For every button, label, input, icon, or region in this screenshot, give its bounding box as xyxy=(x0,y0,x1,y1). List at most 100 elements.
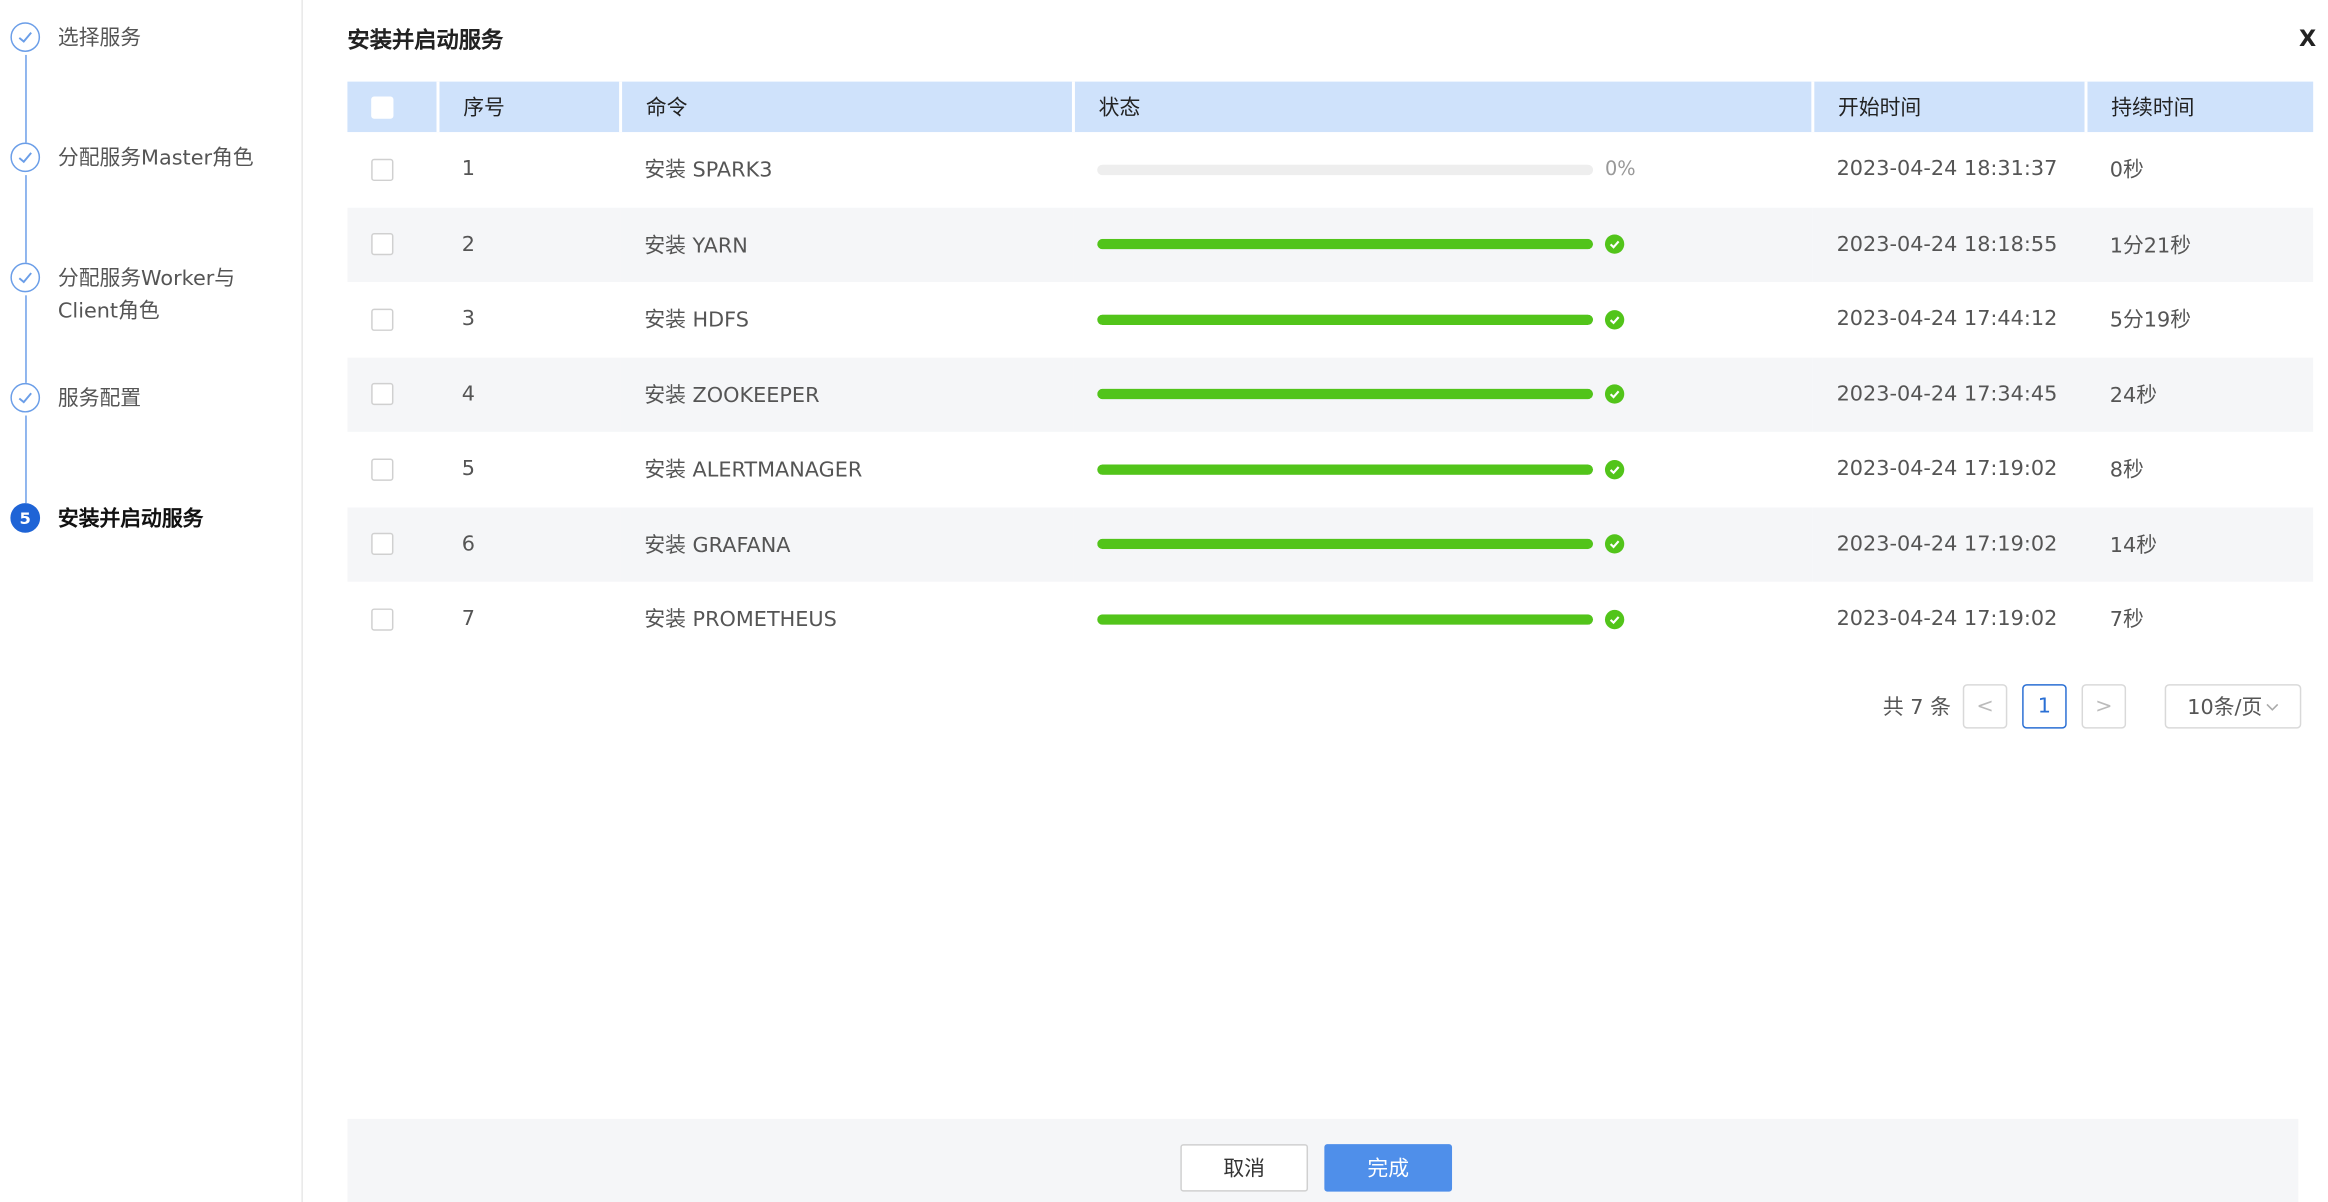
command-link[interactable]: 安装 PROMETHEUS xyxy=(621,582,1074,657)
row-index: 4 xyxy=(437,356,621,432)
row-checkbox[interactable] xyxy=(371,158,394,181)
page-size-value: 10条/页 xyxy=(2187,695,2263,720)
command-link[interactable]: 安装 HDFS xyxy=(621,282,1074,357)
row-status: 0% xyxy=(1073,132,1812,207)
command-link[interactable]: 安装 ZOOKEEPER xyxy=(620,356,1074,432)
select-all-checkbox[interactable] xyxy=(371,95,394,118)
row-start-time: 2023-04-24 17:19:02 xyxy=(1836,607,2058,632)
success-icon xyxy=(1604,534,1625,554)
command-table: 序号 命令 状态 开始时间 持续时间 1 安装 SPARK3 0% 2023-0… xyxy=(347,81,2314,657)
success-icon xyxy=(1604,609,1625,629)
row-duration: 7秒 xyxy=(2109,608,2144,633)
row-checkbox[interactable] xyxy=(371,233,394,256)
row-start-time: 2023-04-24 17:19:02 xyxy=(1836,457,2058,482)
command-link[interactable]: 安装 YARN xyxy=(620,207,1074,282)
row-duration: 8秒 xyxy=(2109,458,2144,483)
check-icon xyxy=(10,142,41,173)
step-connector xyxy=(25,54,27,143)
step-label: 分配服务Master角色 xyxy=(57,146,254,171)
table-row: 4 安装 ZOOKEEPER 2023-04-24 17:34:45 24秒 xyxy=(347,356,2314,432)
step-connector xyxy=(25,175,27,263)
progress-fill xyxy=(1097,614,1594,625)
select-all-header[interactable] xyxy=(347,81,440,133)
row-index: 1 xyxy=(461,157,475,182)
header-start-time: 开始时间 xyxy=(1812,81,2088,133)
step-label: 安装并启动服务 xyxy=(57,507,204,532)
command-link[interactable]: 安装 ALERTMANAGER xyxy=(621,432,1074,507)
header-index: 序号 xyxy=(437,81,623,133)
progress-bar xyxy=(1097,314,1594,325)
progress-fill xyxy=(1097,389,1594,400)
row-select[interactable] xyxy=(347,356,438,432)
row-duration: 5分19秒 xyxy=(2109,309,2192,333)
success-icon xyxy=(1604,309,1625,330)
row-status xyxy=(1073,356,1813,432)
row-index: 3 xyxy=(461,307,475,332)
step-label: 分配服务Worker与Client角色 xyxy=(57,267,236,324)
wizard-steps: 选择服务 分配服务Master角色 分配服务Worker与Client角色 服务… xyxy=(0,0,303,1202)
progress xyxy=(1097,534,1813,554)
done-button[interactable]: 完成 xyxy=(1324,1144,1453,1192)
row-checkbox[interactable] xyxy=(371,533,394,556)
progress-bar xyxy=(1097,239,1594,250)
step-connector xyxy=(25,295,27,383)
prev-page-button[interactable]: < xyxy=(1962,684,2008,729)
header-command: 命令 xyxy=(620,81,1075,133)
pagination-total: 共 7 条 xyxy=(1882,695,1951,720)
close-button[interactable]: X xyxy=(2299,25,2316,52)
row-checkbox[interactable] xyxy=(371,458,394,481)
command-link[interactable]: 安装 GRAFANA xyxy=(620,506,1074,582)
page-number-button[interactable]: 1 xyxy=(2022,684,2067,729)
row-duration: 0秒 xyxy=(2109,159,2144,183)
row-select[interactable] xyxy=(347,582,438,657)
header-duration: 持续时间 xyxy=(2086,81,2314,133)
header-status: 状态 xyxy=(1073,81,1815,133)
check-icon xyxy=(10,262,41,293)
row-index: 7 xyxy=(461,607,475,632)
row-start-time: 2023-04-24 18:31:37 xyxy=(1836,157,2058,182)
next-page-button[interactable]: > xyxy=(2081,684,2127,729)
row-start-time: 2023-04-24 17:19:02 xyxy=(1812,506,2087,582)
progress-bar xyxy=(1097,164,1594,175)
table-row: 6 安装 GRAFANA 2023-04-24 17:19:02 14秒 xyxy=(347,506,2314,582)
row-duration: 14秒 xyxy=(2086,506,2314,582)
row-select[interactable] xyxy=(347,207,438,282)
cancel-button[interactable]: 取消 xyxy=(1180,1144,1309,1192)
row-status xyxy=(1073,506,1813,582)
table-row: 1 安装 SPARK3 0% 2023-04-24 18:31:37 0秒 xyxy=(347,132,2313,207)
progress xyxy=(1097,609,1813,629)
success-icon xyxy=(1604,234,1625,255)
progress: 0% xyxy=(1097,158,1813,181)
row-status xyxy=(1073,432,1812,507)
page-size-select[interactable]: 10条/页 xyxy=(2164,684,2302,729)
success-icon xyxy=(1604,459,1625,479)
row-select[interactable] xyxy=(347,132,438,207)
step-connector xyxy=(25,415,27,504)
progress xyxy=(1097,234,1813,255)
row-index: 2 xyxy=(437,207,621,282)
step-label: 选择服务 xyxy=(57,26,142,51)
progress-fill xyxy=(1097,314,1594,325)
progress xyxy=(1097,309,1813,330)
row-checkbox[interactable] xyxy=(371,383,394,406)
row-start-time: 2023-04-24 17:44:12 xyxy=(1836,307,2058,332)
row-select[interactable] xyxy=(347,282,438,357)
progress-fill xyxy=(1097,539,1594,550)
row-checkbox[interactable] xyxy=(371,308,394,331)
row-checkbox[interactable] xyxy=(371,608,394,631)
row-index: 6 xyxy=(437,506,621,582)
command-link[interactable]: 安装 SPARK3 xyxy=(621,132,1074,207)
row-index: 5 xyxy=(461,457,475,482)
progress-bar xyxy=(1097,614,1594,625)
progress xyxy=(1097,459,1813,479)
row-select[interactable] xyxy=(347,432,438,507)
step-number-badge: 5 xyxy=(10,503,41,533)
dialog-title: 安装并启动服务 xyxy=(347,26,504,54)
row-status xyxy=(1073,207,1813,282)
progress-bar xyxy=(1097,539,1594,550)
row-duration: 24秒 xyxy=(2086,356,2314,432)
row-select[interactable] xyxy=(347,506,438,582)
progress-bar xyxy=(1097,389,1594,400)
row-start-time: 2023-04-24 17:34:45 xyxy=(1812,356,2087,432)
row-duration: 1分21秒 xyxy=(2086,207,2314,282)
